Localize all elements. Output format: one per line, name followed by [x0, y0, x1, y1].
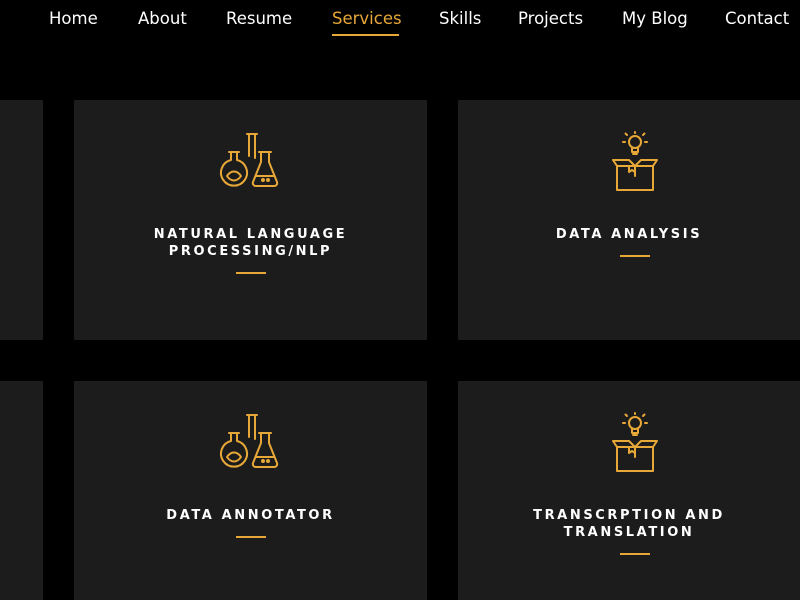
flasks-icon	[219, 414, 278, 468]
title-divider	[620, 553, 650, 555]
main-nav: Home About Resume Services Skills Projec…	[0, 0, 800, 40]
idea-box-icon	[612, 131, 658, 191]
active-nav-underline	[332, 34, 399, 36]
nav-skills[interactable]: Skills	[439, 9, 481, 28]
service-card-data-analysis[interactable]: DATA ANALYSIS	[458, 100, 800, 340]
nav-about[interactable]: About	[138, 9, 187, 28]
service-title: NATURAL LANGUAGE PROCESSING/NLP	[153, 227, 348, 259]
service-card-nlp[interactable]: NATURAL LANGUAGE PROCESSING/NLP	[74, 100, 427, 340]
nav-my-blog[interactable]: My Blog	[622, 9, 688, 28]
services-page: Home About Resume Services Skills Projec…	[0, 0, 800, 600]
nav-home[interactable]: Home	[49, 9, 98, 28]
idea-box-icon	[612, 412, 658, 472]
nav-services[interactable]: Services	[332, 9, 402, 28]
title-divider	[620, 255, 650, 257]
title-divider	[235, 536, 266, 538]
nav-resume[interactable]: Resume	[226, 9, 292, 28]
nav-projects[interactable]: Projects	[518, 9, 583, 28]
service-title: TRANSCRPTION AND TRANSLATION	[533, 508, 725, 540]
service-card-partial	[0, 100, 43, 340]
service-card-partial	[0, 381, 43, 600]
service-card-transcription[interactable]: TRANSCRPTION AND TRANSLATION	[458, 381, 800, 600]
nav-contact[interactable]: Contact	[725, 9, 789, 28]
service-card-data-annotator[interactable]: DATA ANNOTATOR	[74, 381, 427, 600]
service-title: DATA ANNOTATOR	[166, 508, 335, 523]
title-divider	[235, 272, 266, 274]
service-title: DATA ANALYSIS	[555, 227, 703, 242]
flasks-icon	[219, 133, 278, 187]
